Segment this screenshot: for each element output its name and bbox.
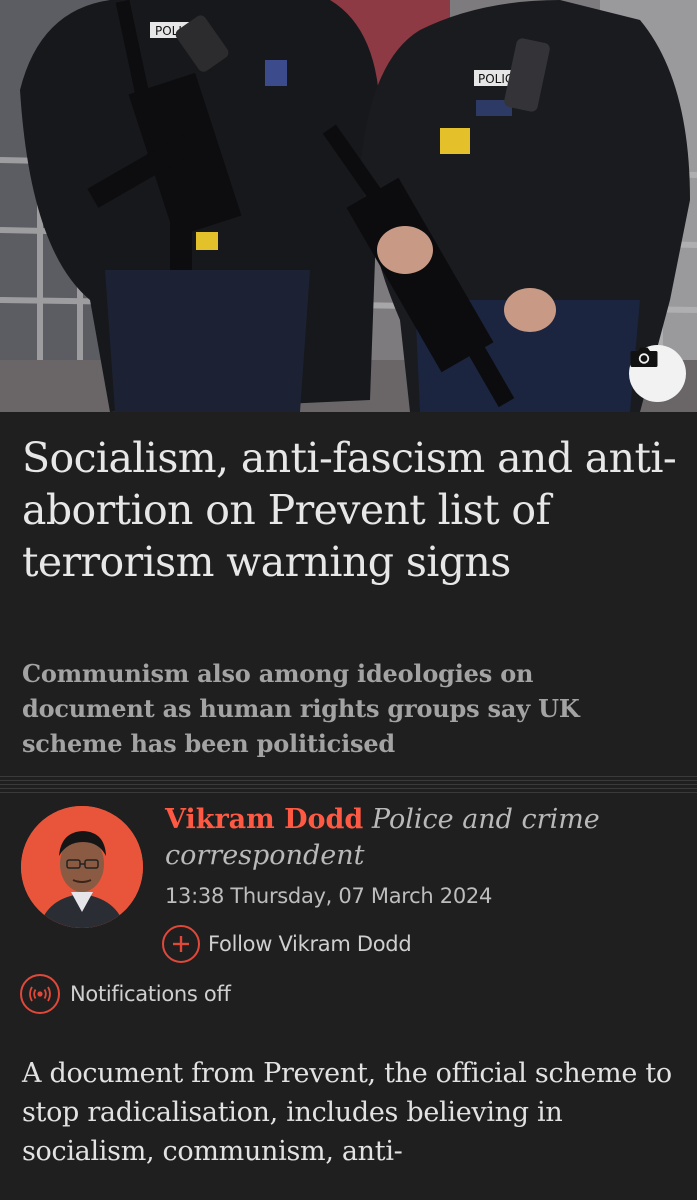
- article-standfirst: Communism also among ideologies on docum…: [22, 659, 580, 758]
- article-headline: Socialism, anti-fascism and anti-abortio…: [22, 434, 677, 586]
- author-name[interactable]: Vikram Dodd: [165, 804, 363, 835]
- notifications-label: Notifications off: [70, 982, 231, 1006]
- publish-timestamp: 13:38 Thursday, 07 March 2024: [165, 884, 493, 908]
- hero-image: POLICE POLICE: [0, 0, 697, 412]
- article-body: A document from Prevent, the official sc…: [22, 1058, 672, 1167]
- plus-icon: [162, 925, 200, 963]
- camera-button[interactable]: [629, 345, 686, 402]
- notifications-toggle[interactable]: Notifications off: [20, 974, 231, 1014]
- follow-label: Follow Vikram Dodd: [208, 932, 412, 956]
- article-container: Socialism, anti-fascism and anti-abortio…: [0, 412, 697, 1200]
- follow-author-button[interactable]: Follow Vikram Dodd: [162, 924, 412, 964]
- author-avatar[interactable]: [21, 806, 143, 928]
- broadcast-icon: [20, 974, 60, 1014]
- section-divider: [0, 776, 697, 794]
- author-portrait: [21, 806, 143, 928]
- author-line: Vikram Dodd Police and crime corresponde…: [165, 802, 675, 874]
- camera-icon: [630, 347, 658, 367]
- hero-photo: POLICE POLICE: [0, 0, 697, 412]
